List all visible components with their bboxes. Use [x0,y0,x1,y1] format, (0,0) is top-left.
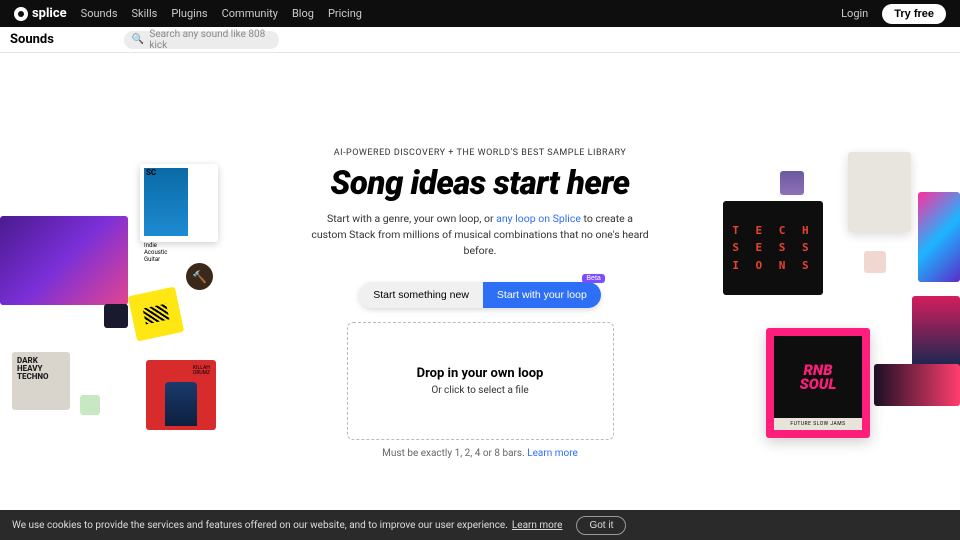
search-icon: 🔍 [132,34,144,45]
cookie-banner: We use cookies to provide the services a… [0,510,960,540]
eyebrow-text: AI-POWERED DISCOVERY + THE WORLD'S BEST … [334,148,626,158]
cookie-accept-button[interactable]: Got it [576,516,626,535]
page-title: Sounds [10,32,54,47]
learn-more-link[interactable]: Learn more [527,448,578,459]
nav-sounds[interactable]: Sounds [81,7,118,20]
start-loop-button[interactable]: Start with your loop Beta [483,282,601,308]
cookie-text: We use cookies to provide the services a… [12,520,508,531]
cta-row: Start something new Start with your loop… [359,282,601,308]
sub-nav: Sounds 🔍 Search any sound like 808 kick [0,27,960,53]
nav-blog[interactable]: Blog [292,7,314,20]
nav-pricing[interactable]: Pricing [328,7,362,20]
logo-icon [14,7,28,21]
login-link[interactable]: Login [841,7,868,20]
dropzone-hint: Must be exactly 1, 2, 4 or 8 bars. Learn… [382,448,578,459]
brand-text: splice [32,6,67,21]
hero-section: AI-POWERED DISCOVERY + THE WORLD'S BEST … [0,148,960,459]
brand-logo[interactable]: splice [14,6,67,21]
nav-skills[interactable]: Skills [132,7,158,20]
dropzone-subtitle: Or click to select a file [431,385,528,396]
try-free-button[interactable]: Try free [882,4,946,24]
subheadline: Start with a genre, your own loop, or an… [310,211,650,258]
cookie-learn-more[interactable]: Learn more [512,520,563,531]
beta-badge: Beta [582,274,604,283]
nav-links: Sounds Skills Plugins Community Blog Pri… [81,7,362,20]
nav-community[interactable]: Community [222,7,278,20]
nav-plugins[interactable]: Plugins [171,7,207,20]
loop-dropzone[interactable]: Drop in your own loop Or click to select… [347,322,614,440]
subhead-link[interactable]: any loop on Splice [496,212,581,225]
dropzone-title: Drop in your own loop [417,366,544,381]
start-new-button[interactable]: Start something new [359,282,483,308]
search-placeholder: Search any sound like 808 kick [149,29,271,51]
search-input[interactable]: 🔍 Search any sound like 808 kick [124,31,279,49]
top-nav: splice Sounds Skills Plugins Community B… [0,0,960,27]
headline: Song ideas start here [330,164,629,203]
